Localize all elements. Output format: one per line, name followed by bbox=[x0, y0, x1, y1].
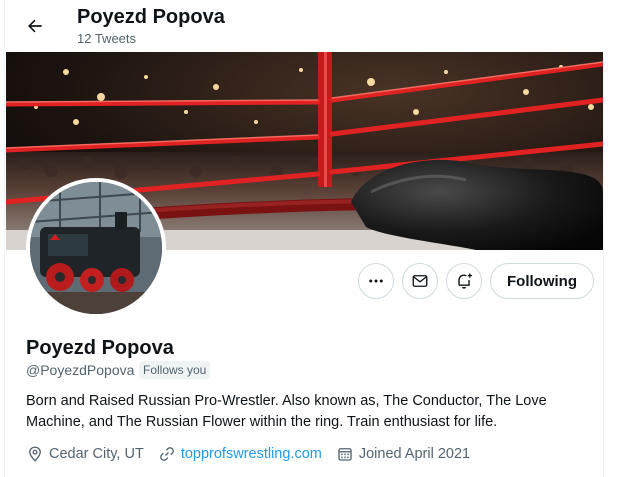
profile-meta: Cedar City, UT topprofswrestling.com Joi… bbox=[26, 444, 484, 464]
follows-you-badge: Follows you bbox=[139, 361, 211, 379]
location-text: Cedar City, UT bbox=[49, 446, 144, 462]
back-button[interactable] bbox=[17, 8, 53, 44]
tweet-count: 12 Tweets bbox=[77, 31, 137, 46]
message-button[interactable] bbox=[402, 263, 438, 299]
notifications-button[interactable] bbox=[446, 263, 482, 299]
location-item: Cedar City, UT bbox=[26, 445, 144, 463]
avatar-image-train bbox=[30, 182, 162, 314]
joined-text: Joined April 2021 bbox=[358, 446, 471, 462]
mail-icon bbox=[412, 275, 428, 287]
link-icon bbox=[159, 447, 174, 461]
more-button[interactable] bbox=[358, 263, 394, 299]
following-button[interactable]: Following bbox=[490, 263, 594, 299]
profile-avatar[interactable] bbox=[26, 178, 166, 318]
profile-bio: Born and Raised Russian Pro-Wrestler. Al… bbox=[26, 393, 547, 430]
back-arrow-icon bbox=[28, 19, 42, 33]
header-title: Poyezd Popova bbox=[77, 6, 225, 28]
location-pin-icon bbox=[29, 446, 41, 462]
profile-handle: @PoyezdPopova bbox=[26, 362, 135, 378]
notification-bell-icon bbox=[458, 273, 472, 289]
calendar-icon bbox=[338, 448, 352, 461]
website-link[interactable]: topprofswrestling.com bbox=[181, 446, 322, 462]
website-item: topprofswrestling.com bbox=[158, 445, 322, 463]
profile-name: Poyezd Popova bbox=[26, 337, 174, 359]
profile-column: Poyezd Popova 12 Tweets Following Poyezd… bbox=[4, 0, 605, 477]
more-icon bbox=[369, 279, 383, 283]
profile-header-bar: Poyezd Popova 12 Tweets bbox=[5, 0, 605, 52]
joined-item: Joined April 2021 bbox=[336, 445, 470, 463]
